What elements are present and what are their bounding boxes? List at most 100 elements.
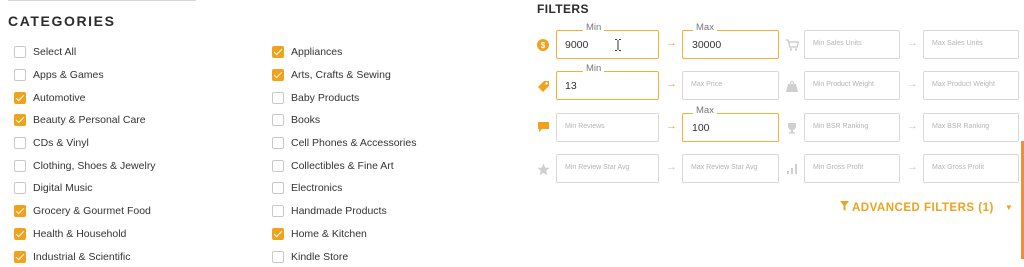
field-placeholder: Max Price bbox=[691, 81, 723, 88]
category-label: Health & Household bbox=[33, 227, 127, 240]
field-placeholder: Max Product Weight bbox=[932, 81, 995, 88]
bsr-min-field[interactable]: Min BSR Ranking bbox=[804, 113, 900, 142]
profit-max-field[interactable]: Max Gross Profit bbox=[923, 154, 1019, 183]
categories-heading: CATEGORIES bbox=[8, 13, 116, 29]
category-home-kitchen[interactable]: Home & Kitchen bbox=[272, 223, 416, 246]
checkbox[interactable] bbox=[14, 69, 26, 82]
tag-min-field[interactable]: Min 13 bbox=[556, 63, 659, 100]
field-label: Max bbox=[693, 105, 717, 116]
checkbox[interactable] bbox=[272, 137, 284, 150]
category-cell-phones[interactable]: Cell Phones & Accessories bbox=[272, 132, 416, 155]
checkbox-checked[interactable] bbox=[272, 46, 284, 59]
category-label: Home & Kitchen bbox=[291, 227, 367, 240]
range-arrow-icon: → bbox=[907, 120, 918, 132]
reviews-min-field[interactable]: Min Reviews bbox=[556, 113, 659, 142]
weight-min-field[interactable]: Min Product Weight bbox=[804, 71, 900, 100]
star-icon bbox=[536, 162, 550, 176]
checkbox[interactable] bbox=[272, 250, 284, 263]
checkbox[interactable] bbox=[272, 205, 284, 218]
price-min-field[interactable]: Min 9000 bbox=[556, 22, 659, 59]
star-min-field[interactable]: Min Review Star Avg bbox=[556, 154, 659, 183]
category-industrial[interactable]: Industrial & Scientific bbox=[14, 245, 156, 267]
category-beauty[interactable]: Beauty & Personal Care bbox=[14, 109, 156, 132]
category-label: Grocery & Gourmet Food bbox=[33, 205, 151, 218]
category-electronics[interactable]: Electronics bbox=[272, 177, 416, 200]
category-arts-crafts[interactable]: Arts, Crafts & Sewing bbox=[272, 64, 416, 87]
bar-chart-icon bbox=[785, 162, 799, 176]
category-apps-games[interactable]: Apps & Games bbox=[14, 64, 156, 87]
checkbox[interactable] bbox=[272, 114, 284, 127]
field-placeholder: Max Review Star Avg bbox=[691, 164, 758, 171]
filter-row-stars: Min Review Star Avg → Max Review Star Av… bbox=[536, 154, 1022, 184]
chevron-down-icon: ▼ bbox=[1004, 203, 1014, 212]
category-label: Collectibles & Fine Art bbox=[291, 159, 394, 172]
category-label: Arts, Crafts & Sewing bbox=[291, 69, 391, 82]
category-select-all[interactable]: Select All bbox=[14, 41, 156, 64]
comment-icon bbox=[536, 120, 550, 134]
category-label: Electronics bbox=[291, 182, 343, 195]
checkbox-checked[interactable] bbox=[272, 227, 284, 240]
range-arrow-icon: → bbox=[666, 37, 677, 49]
category-handmade[interactable]: Handmade Products bbox=[272, 200, 416, 223]
category-clothing[interactable]: Clothing, Shoes & Jewelry bbox=[14, 154, 156, 177]
checkbox[interactable] bbox=[272, 159, 284, 172]
checkbox-checked[interactable] bbox=[272, 69, 284, 82]
categories-left-column: Select All Apps & Games Automotive Beaut… bbox=[14, 41, 156, 267]
category-label: Select All bbox=[33, 46, 77, 59]
cart-icon bbox=[785, 38, 799, 52]
sales-max-field[interactable]: Max Sales Units bbox=[923, 30, 1019, 59]
category-cds-vinyl[interactable]: CDs & Vinyl bbox=[14, 132, 156, 155]
checkbox[interactable] bbox=[272, 182, 284, 195]
range-arrow-icon: → bbox=[907, 161, 918, 173]
advanced-filters-label: ADVANCED FILTERS (1) bbox=[852, 201, 994, 214]
category-label: Appliances bbox=[291, 46, 343, 59]
category-kindle[interactable]: Kindle Store bbox=[272, 245, 416, 267]
category-automotive[interactable]: Automotive bbox=[14, 86, 156, 109]
funnel-icon bbox=[840, 201, 849, 214]
category-baby[interactable]: Baby Products bbox=[272, 86, 416, 109]
profit-min-field[interactable]: Min Gross Profit bbox=[804, 154, 900, 183]
price-max-field[interactable]: Max 30000 bbox=[682, 22, 779, 59]
category-digital-music[interactable]: Digital Music bbox=[14, 177, 156, 200]
field-value: 13 bbox=[565, 80, 577, 92]
price-max-field-2[interactable]: Max Price bbox=[682, 71, 779, 100]
filter-row-reviews: Min Reviews → Max 100 Min BSR Ranking → … bbox=[536, 105, 1022, 143]
top-divider bbox=[8, 0, 196, 1]
star-max-field[interactable]: Max Review Star Avg bbox=[682, 154, 779, 183]
category-appliances[interactable]: Appliances bbox=[272, 41, 416, 64]
field-value: 30000 bbox=[692, 39, 722, 51]
field-placeholder: Min Gross Profit bbox=[813, 164, 864, 171]
checkbox-checked[interactable] bbox=[14, 227, 26, 240]
weight-max-field[interactable]: Max Product Weight bbox=[923, 71, 1019, 100]
field-label: Max bbox=[693, 22, 717, 33]
checkbox-checked[interactable] bbox=[14, 205, 26, 218]
category-label: Industrial & Scientific bbox=[33, 250, 131, 263]
checkbox[interactable] bbox=[14, 159, 26, 172]
category-label: Apps & Games bbox=[33, 69, 104, 82]
checkbox-checked[interactable] bbox=[14, 91, 26, 104]
category-label: Cell Phones & Accessories bbox=[291, 137, 417, 150]
trophy-icon bbox=[785, 121, 799, 135]
category-books[interactable]: Books bbox=[272, 109, 416, 132]
field-placeholder: Min BSR Ranking bbox=[813, 123, 869, 130]
field-placeholder: Max BSR Ranking bbox=[932, 123, 990, 130]
category-grocery[interactable]: Grocery & Gourmet Food bbox=[14, 200, 156, 223]
checkbox-checked[interactable] bbox=[14, 114, 26, 127]
bsr-max-field[interactable]: Max BSR Ranking bbox=[923, 113, 1019, 142]
range-arrow-icon: → bbox=[666, 161, 677, 173]
field-placeholder: Min Product Weight bbox=[813, 81, 874, 88]
checkbox[interactable] bbox=[14, 182, 26, 195]
reviews-max-field[interactable]: Max 100 bbox=[682, 105, 779, 142]
checkbox[interactable] bbox=[14, 46, 26, 59]
range-arrow-icon: → bbox=[907, 37, 918, 49]
advanced-filters-button[interactable]: ADVANCED FILTERS (1) ▼ bbox=[840, 201, 1013, 214]
sales-min-field[interactable]: Min Sales Units bbox=[804, 30, 900, 59]
dollar-coin-icon: $ bbox=[536, 38, 550, 52]
category-label: Kindle Store bbox=[291, 250, 349, 263]
checkbox-checked[interactable] bbox=[14, 250, 26, 263]
category-collectibles[interactable]: Collectibles & Fine Art bbox=[272, 154, 416, 177]
category-health[interactable]: Health & Household bbox=[14, 223, 156, 246]
checkbox[interactable] bbox=[14, 137, 26, 150]
checkbox[interactable] bbox=[272, 91, 284, 104]
categories-right-column: Appliances Arts, Crafts & Sewing Baby Pr… bbox=[272, 41, 416, 267]
